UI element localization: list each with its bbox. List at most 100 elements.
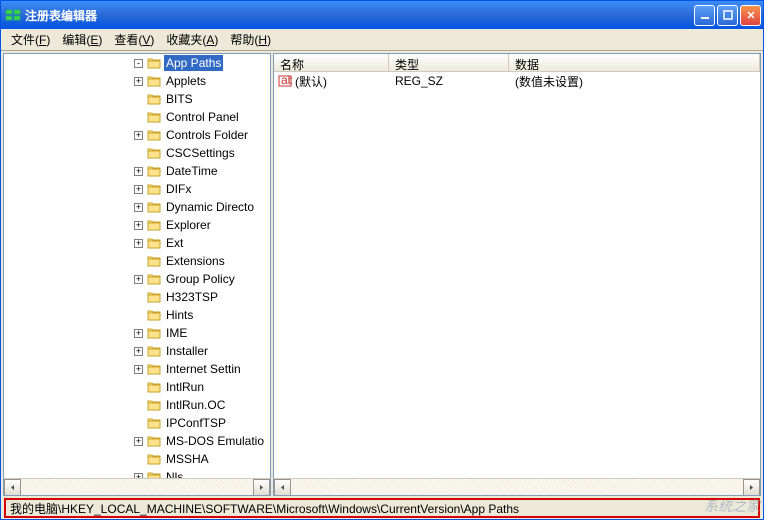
tree-item[interactable]: + Ext bbox=[4, 234, 266, 252]
tree-label: DateTime bbox=[164, 163, 220, 179]
tree-label: IPConfTSP bbox=[164, 415, 228, 431]
folder-icon bbox=[147, 363, 161, 375]
tree-label: IntlRun bbox=[164, 379, 206, 395]
expand-toggle[interactable]: + bbox=[134, 77, 143, 86]
tree-label: Explorer bbox=[164, 217, 213, 233]
column-data[interactable]: 数据 bbox=[509, 54, 760, 71]
tree-label: H323TSP bbox=[164, 289, 220, 305]
menu-favorites[interactable]: 收藏夹(A) bbox=[160, 29, 224, 50]
tree-item[interactable]: + DateTime bbox=[4, 162, 266, 180]
folder-icon bbox=[147, 255, 161, 267]
tree-item[interactable]: +Controls Folder bbox=[4, 126, 266, 144]
folder-icon bbox=[147, 327, 161, 339]
expand-toggle[interactable]: + bbox=[134, 221, 143, 230]
tree-item[interactable]: + Explorer bbox=[4, 216, 266, 234]
expand-toggle[interactable]: + bbox=[134, 203, 143, 212]
folder-icon bbox=[147, 219, 161, 231]
app-icon bbox=[5, 7, 21, 23]
close-button[interactable] bbox=[740, 5, 761, 26]
tree-label: Ext bbox=[164, 235, 185, 251]
list-header[interactable]: 名称 类型 数据 bbox=[274, 54, 760, 72]
folder-icon bbox=[147, 75, 161, 87]
tree-item[interactable]: + Applets bbox=[4, 72, 266, 90]
list-row[interactable]: ab(默认)REG_SZ(数值未设置) bbox=[274, 72, 760, 90]
tree-item[interactable]: IPConfTSP bbox=[4, 414, 266, 432]
expand-toggle[interactable]: + bbox=[134, 365, 143, 374]
client-area: -App Paths + Applets BITSControl Panel+Cont… bbox=[1, 51, 763, 498]
tree-item[interactable]: Extensions bbox=[4, 252, 266, 270]
folder-icon bbox=[147, 435, 161, 447]
expand-toggle[interactable]: - bbox=[134, 59, 143, 68]
tree-item[interactable]: +IME bbox=[4, 324, 266, 342]
tree-item[interactable]: + MS-DOS Emulatio bbox=[4, 432, 266, 450]
expand-toggle[interactable]: + bbox=[134, 185, 143, 194]
tree-label: MS-DOS Emulatio bbox=[164, 433, 266, 449]
tree-label: Installer bbox=[164, 343, 210, 359]
tree-pane: -App Paths + Applets BITSControl Panel+Cont… bbox=[3, 53, 271, 496]
tree-label: BITS bbox=[164, 91, 195, 107]
menu-edit[interactable]: 编辑(E) bbox=[56, 29, 108, 50]
scroll-left-button[interactable] bbox=[4, 479, 21, 496]
tree-horizontal-scrollbar[interactable] bbox=[4, 478, 270, 495]
tree-item[interactable]: IntlRun.OC bbox=[4, 396, 266, 414]
tree-item[interactable]: MSSHA bbox=[4, 450, 266, 468]
tree-label: Applets bbox=[164, 73, 208, 89]
expand-toggle[interactable]: + bbox=[134, 239, 143, 248]
tree-item[interactable]: H323TSP bbox=[4, 288, 266, 306]
tree-item[interactable]: -App Paths bbox=[4, 54, 266, 72]
folder-icon bbox=[147, 93, 161, 105]
list-horizontal-scrollbar[interactable] bbox=[274, 478, 760, 495]
folder-icon bbox=[147, 129, 161, 141]
folder-icon bbox=[147, 147, 161, 159]
tree-label: Internet Settin bbox=[164, 361, 243, 377]
expand-toggle[interactable]: + bbox=[134, 437, 143, 446]
scroll-track[interactable] bbox=[291, 479, 743, 495]
titlebar[interactable]: 注册表编辑器 bbox=[1, 1, 763, 29]
folder-icon bbox=[147, 309, 161, 321]
menu-view[interactable]: 查看(V) bbox=[108, 29, 160, 50]
tree-item[interactable]: + Dynamic Directo bbox=[4, 198, 266, 216]
tree-item[interactable]: + Nls bbox=[4, 468, 266, 478]
folder-icon bbox=[147, 183, 161, 195]
expand-toggle[interactable]: + bbox=[134, 347, 143, 356]
tree-item[interactable]: BITS bbox=[4, 90, 266, 108]
cell-type: REG_SZ bbox=[389, 74, 509, 88]
list-body[interactable]: ab(默认)REG_SZ(数值未设置) bbox=[274, 72, 760, 478]
menu-help[interactable]: 帮助(H) bbox=[224, 29, 277, 50]
statusbar: 我的电脑\HKEY_LOCAL_MACHINE\SOFTWARE\Microso… bbox=[4, 498, 760, 518]
column-name[interactable]: 名称 bbox=[274, 54, 389, 71]
tree-label: Nls bbox=[164, 469, 185, 478]
folder-icon bbox=[147, 417, 161, 429]
tree-item[interactable]: Control Panel bbox=[4, 108, 266, 126]
tree-body[interactable]: -App Paths + Applets BITSControl Panel+Cont… bbox=[4, 54, 270, 478]
tree-item[interactable]: +Group Policy bbox=[4, 270, 266, 288]
status-path: 我的电脑\HKEY_LOCAL_MACHINE\SOFTWARE\Microso… bbox=[10, 500, 519, 517]
expand-toggle[interactable]: + bbox=[134, 473, 143, 479]
expand-toggle[interactable]: + bbox=[134, 131, 143, 140]
folder-icon bbox=[147, 237, 161, 249]
tree-item[interactable]: IntlRun bbox=[4, 378, 266, 396]
tree-item[interactable]: CSCSettings bbox=[4, 144, 266, 162]
tree-label: Dynamic Directo bbox=[164, 199, 256, 215]
scroll-track[interactable] bbox=[21, 479, 253, 495]
menu-file[interactable]: 文件(F) bbox=[5, 29, 56, 50]
scroll-left-button[interactable] bbox=[274, 479, 291, 496]
tree-item[interactable]: Hints bbox=[4, 306, 266, 324]
column-type[interactable]: 类型 bbox=[389, 54, 509, 71]
expand-toggle[interactable]: + bbox=[134, 167, 143, 176]
tree-label: IntlRun.OC bbox=[164, 397, 227, 413]
maximize-button[interactable] bbox=[717, 5, 738, 26]
folder-icon bbox=[147, 471, 161, 478]
list-pane: 名称 类型 数据 ab(默认)REG_SZ(数值未设置) bbox=[273, 53, 761, 496]
scroll-right-button[interactable] bbox=[253, 479, 270, 496]
tree-item[interactable]: + Internet Settin bbox=[4, 360, 266, 378]
tree-item[interactable]: + Installer bbox=[4, 342, 266, 360]
minimize-button[interactable] bbox=[694, 5, 715, 26]
tree-item[interactable]: +DIFx bbox=[4, 180, 266, 198]
tree-label: Extensions bbox=[164, 253, 227, 269]
expand-toggle[interactable]: + bbox=[134, 329, 143, 338]
scroll-right-button[interactable] bbox=[743, 479, 760, 496]
folder-icon bbox=[147, 453, 161, 465]
expand-toggle[interactable]: + bbox=[134, 275, 143, 284]
title-text: 注册表编辑器 bbox=[25, 7, 694, 24]
